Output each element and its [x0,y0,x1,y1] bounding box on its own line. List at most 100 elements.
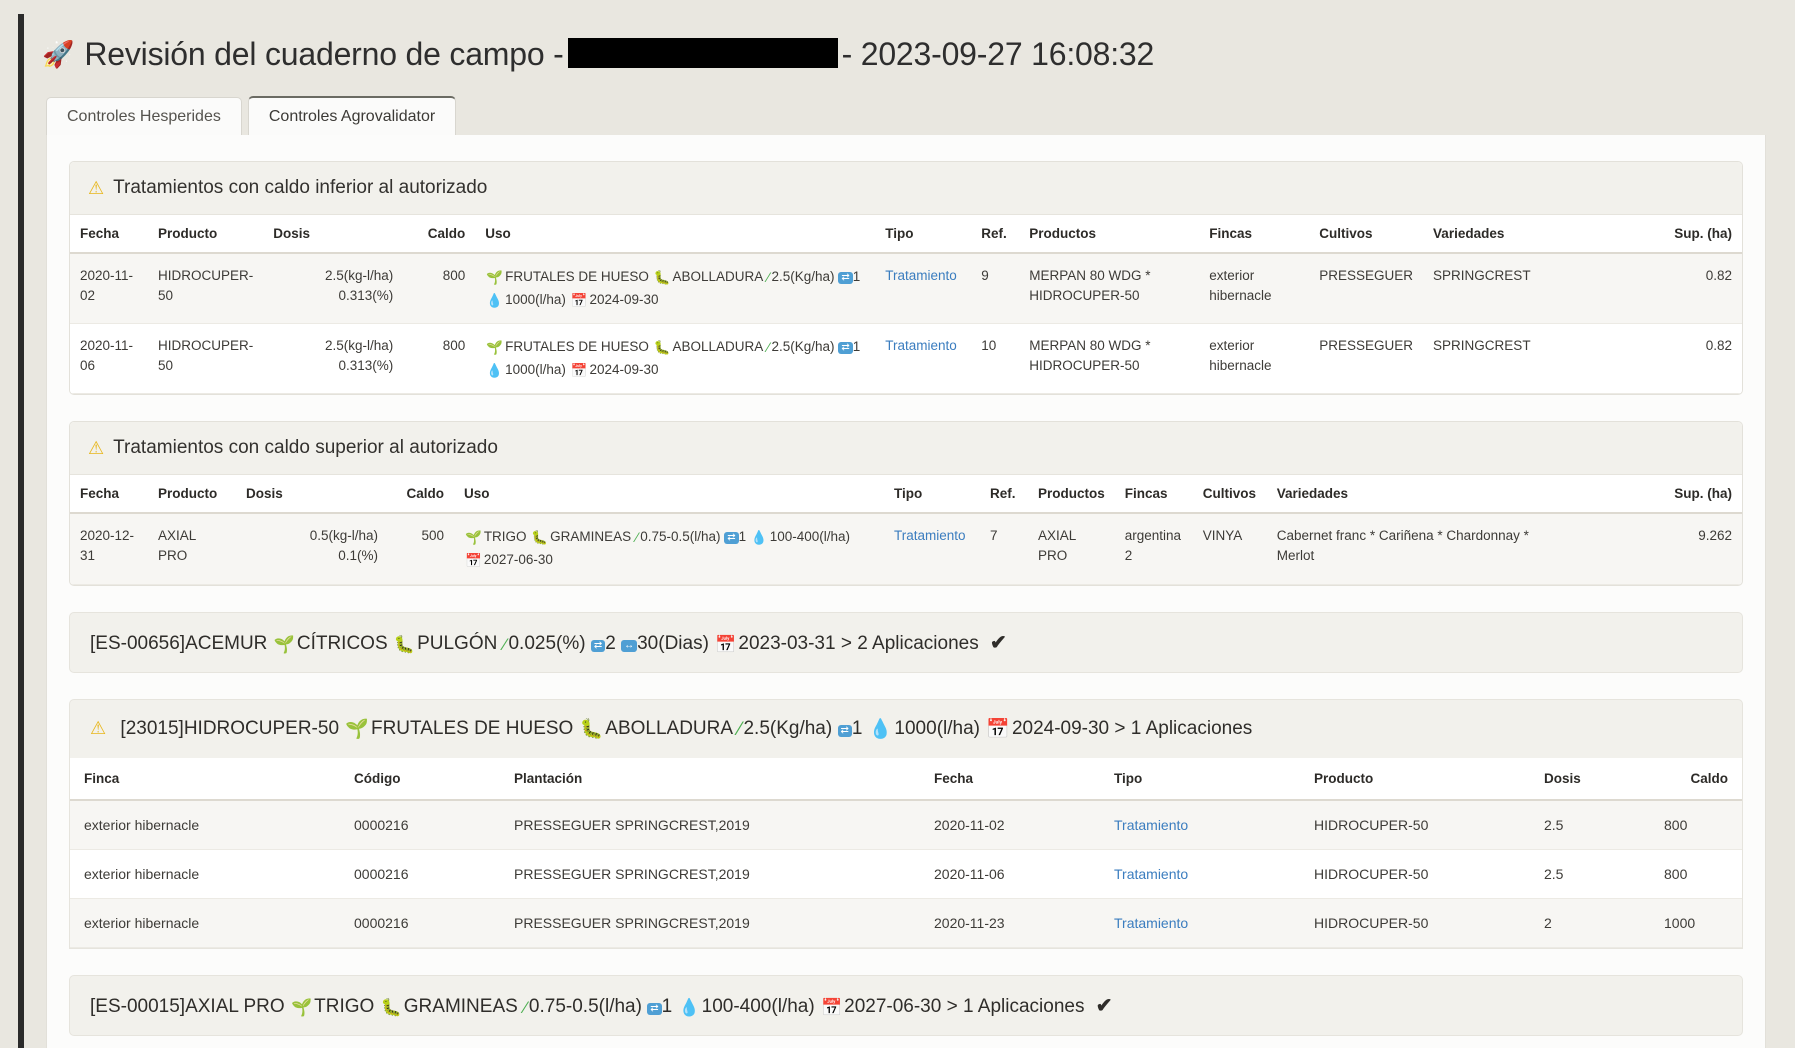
redacted-block [567,37,838,68]
calendar-icon: 📅 [570,292,588,308]
warning-triangle-icon: ⚠ [90,717,107,738]
col-variedades: Variedades [1423,215,1541,254]
cell-fecha: 2020-12-31 [70,513,148,585]
cell-ref: 10 [971,323,1020,395]
cell-tipo-link[interactable]: Tratamiento [1100,898,1300,949]
uso-caldo: 1000(l/ha) [505,291,566,307]
cell-uso: 🌱 FRUTALES DE HUESO 🐛 ABOLLADURA ⁄ 2.5(Kg/h… [475,323,876,395]
summary-code: [ES-00015]AXIAL PRO [90,996,285,1018]
detail-aplicaciones: 1 [851,717,863,739]
detail-tail: > 1 Aplicaciones [1114,717,1253,739]
cell-codigo: 0000216 [340,799,500,850]
cell-tipo-link[interactable]: Tratamiento [884,513,980,585]
repeat-icon: ⇄ [590,639,606,652]
detail-code: [23015]HIDROCUPER-50 [120,717,340,739]
cell-cultivos: VINYA [1192,513,1267,585]
detail-fecha: 2024-09-30 [1011,717,1110,739]
cell-plantacion: PRESSEGUER SPRINGCREST,2019 [500,849,920,900]
calendar-icon: 📅 [986,718,1010,740]
calendar-icon: 📅 [570,362,588,378]
card-caldo-inferior-header: ⚠ Tratamientos con caldo inferior al aut… [70,162,1742,215]
col-dosis: Dosis [263,215,404,254]
uso-aplicaciones: 1 [852,269,861,284]
cell-dosis-line2: 0.1(%) [338,547,378,563]
summary-line-axial: [ES-00015]AXIAL PRO 🌱 TRIGO 🐛 GRAMINEAS ⁄ 0… [69,975,1743,1037]
detail-block-header: ⚠ [23015]HIDROCUPER-50 🌱 FRUTALES DE HUES… [69,698,1743,758]
cell-caldo: 800 [1650,849,1742,900]
cell-dosis-line2: 0.313(%) [338,287,394,303]
repeat-icon: ⇄ [837,724,852,737]
cell-codigo: 0000216 [340,898,500,949]
uso-caldo: 100-400(l/ha) [769,529,851,545]
uso-fecha: 2027-06-30 [483,551,553,567]
uso-dosis: 2.5(Kg/ha) [771,339,835,355]
summary-line-acemur: [ES-00656]ACEMUR 🌱 CÍTRICOS 🐛 PULGÓN ⁄ 0.02… [69,611,1743,673]
cell-caldo: 800 [403,323,476,395]
cell-variedades: Cabernet franc * Cariñena * Chardonnay *… [1266,513,1567,585]
cell-plantacion: PRESSEGUER SPRINGCREST,2019 [500,898,920,949]
cell-tipo-link[interactable]: Tratamiento [875,323,972,395]
cell-dosis-line1: 2.5(kg-l/ha) [324,338,394,354]
cell-dosis: 2.5(kg-l/ha) 0.313(%) [263,253,404,325]
calendar-icon: 📅 [715,634,737,654]
cell-producto: HIDROCUPER-50 [148,323,264,395]
col-sup: Sup. (ha) [1540,215,1742,254]
col-dosis: Dosis [1530,757,1650,801]
table-header-row: Fecha Producto Dosis Caldo Uso Tipo Ref.… [70,215,1742,254]
dose-icon: ⁄ [767,340,770,356]
card-caldo-superior-header: ⚠ Tratamientos con caldo superior al aut… [70,422,1742,476]
cell-productos: MERPAN 80 WDG * HIDROCUPER-50 [1019,323,1200,395]
col-variedades: Variedades [1266,475,1567,515]
check-icon: ✔ [989,631,1007,654]
page-title-suffix: - 2023-09-27 16:08:32 [841,36,1155,72]
cell-fecha: 2020-11-23 [920,898,1100,949]
cell-tipo-link[interactable]: Tratamiento [1100,799,1300,850]
summary-dosis: 0.75-0.5(l/ha) [528,996,642,1018]
cell-ref: 7 [980,513,1028,585]
cell-uso: 🌱 FRUTALES DE HUESO 🐛 ABOLLADURA ⁄ 2.5(Kg/h… [475,253,876,325]
cell-sup: 0.82 [1540,253,1742,325]
tab-controles-hesperides[interactable]: Controles Hesperides [46,97,242,135]
cell-producto: HIDROCUPER-50 [1300,898,1530,949]
page-title: 🚀 Revisión del cuaderno de campo - - 202… [24,14,1772,79]
detail-caldo: 1000(l/ha) [894,717,980,739]
summary-fecha: 2023-03-31 [738,632,836,654]
summary-tail: > 1 Aplicaciones [946,996,1085,1018]
cell-fincas: exterior hibernacle [1199,323,1310,395]
table-row: exterior hibernacle 0000216 PRESSEGUER S… [70,849,1742,900]
cell-tipo-link[interactable]: Tratamiento [875,253,972,325]
cell-caldo: 500 [388,513,454,585]
tab-controles-agrovalidator[interactable]: Controles Agrovalidator [247,96,457,135]
cell-productos: AXIAL PRO [1028,513,1115,585]
cell-fincas: exterior hibernacle [1199,253,1310,325]
col-tipo: Tipo [884,475,980,515]
card-caldo-superior-title: Tratamientos con caldo superior al autor… [113,437,498,459]
repeat-icon: ⇄ [724,532,739,545]
cell-dosis: 2.5 [1530,799,1650,850]
repeat-icon: ⇄ [838,272,853,284]
col-tipo: Tipo [1100,757,1300,801]
repeat-icon: ⇄ [647,1003,662,1016]
table-header-row: Fecha Producto Dosis Caldo Uso Tipo Ref.… [70,475,1742,515]
cell-productos: MERPAN 80 WDG * HIDROCUPER-50 [1019,253,1200,325]
table-row: 2020-11-02 HIDROCUPER-50 2.5(kg-l/ha) 0.… [70,253,1742,325]
cell-variedades: SPRINGCREST [1423,253,1541,325]
card-caldo-superior: ⚠ Tratamientos con caldo superior al aut… [69,421,1743,586]
cell-tipo-link[interactable]: Tratamiento [1100,849,1300,900]
uso-aplicaciones: 1 [852,339,861,355]
summary-cultivo: TRIGO [314,996,375,1018]
uso-plaga: ABOLLADURA [672,339,763,355]
uso-cultivo: TRIGO [483,529,527,545]
cell-dosis: 2.5 [1530,849,1650,900]
uso-dosis: 2.5(Kg/ha) [771,269,835,284]
page-container: 🚀 Revisión del cuaderno de campo - - 202… [24,14,1772,1048]
calendar-icon: 📅 [465,552,482,568]
cell-cultivos: PRESSEGUER [1309,323,1424,395]
cell-fecha: 2020-11-06 [920,849,1100,900]
tab-bar: Controles Hesperides Controles Agrovalid… [24,93,1772,135]
col-producto: Producto [148,475,236,515]
uso-plaga: GRAMINEAS [550,529,632,545]
col-producto: Producto [1300,757,1530,801]
plant-icon: 🌱 [486,340,504,356]
droplet-icon: 💧 [486,292,504,308]
